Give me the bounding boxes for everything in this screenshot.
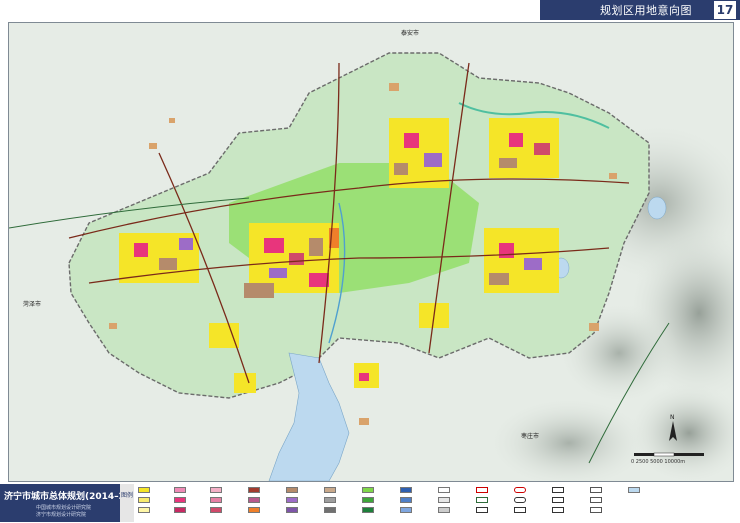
urban-east bbox=[484, 228, 559, 293]
urban-north bbox=[389, 118, 449, 188]
urban-central bbox=[244, 223, 339, 298]
north-label: N bbox=[670, 414, 675, 421]
lake-east bbox=[647, 196, 667, 220]
plan-subtitle-1: 中国城市规划设计研究院 bbox=[36, 505, 92, 511]
page: 规划区用地意向图 17 N 0 2500 5000 10000m 菏泽市 泰安市… bbox=[0, 0, 740, 523]
page-number: 17 bbox=[714, 1, 736, 19]
map-frame: N 0 2500 5000 10000m 菏泽市 泰安市 枣庄市 bbox=[8, 22, 734, 482]
urban-northeast bbox=[489, 118, 559, 178]
city-heze-label: 菏泽市 bbox=[23, 300, 41, 308]
city-taian-label: 泰安市 bbox=[401, 29, 419, 37]
scale-label: 0 2500 5000 10000m bbox=[631, 459, 685, 465]
legend-items bbox=[138, 486, 738, 520]
page-title: 规划区用地意向图 bbox=[600, 4, 692, 17]
legend-tag: 图例 bbox=[120, 484, 134, 522]
urban-west bbox=[119, 233, 199, 283]
city-zaozhuang-label: 枣庄市 bbox=[521, 432, 539, 440]
plan-subtitle-2: 济宁市规划设计研究院 bbox=[36, 512, 87, 518]
map-canvas: N 0 2500 5000 10000m 菏泽市 泰安市 枣庄市 bbox=[9, 23, 733, 481]
